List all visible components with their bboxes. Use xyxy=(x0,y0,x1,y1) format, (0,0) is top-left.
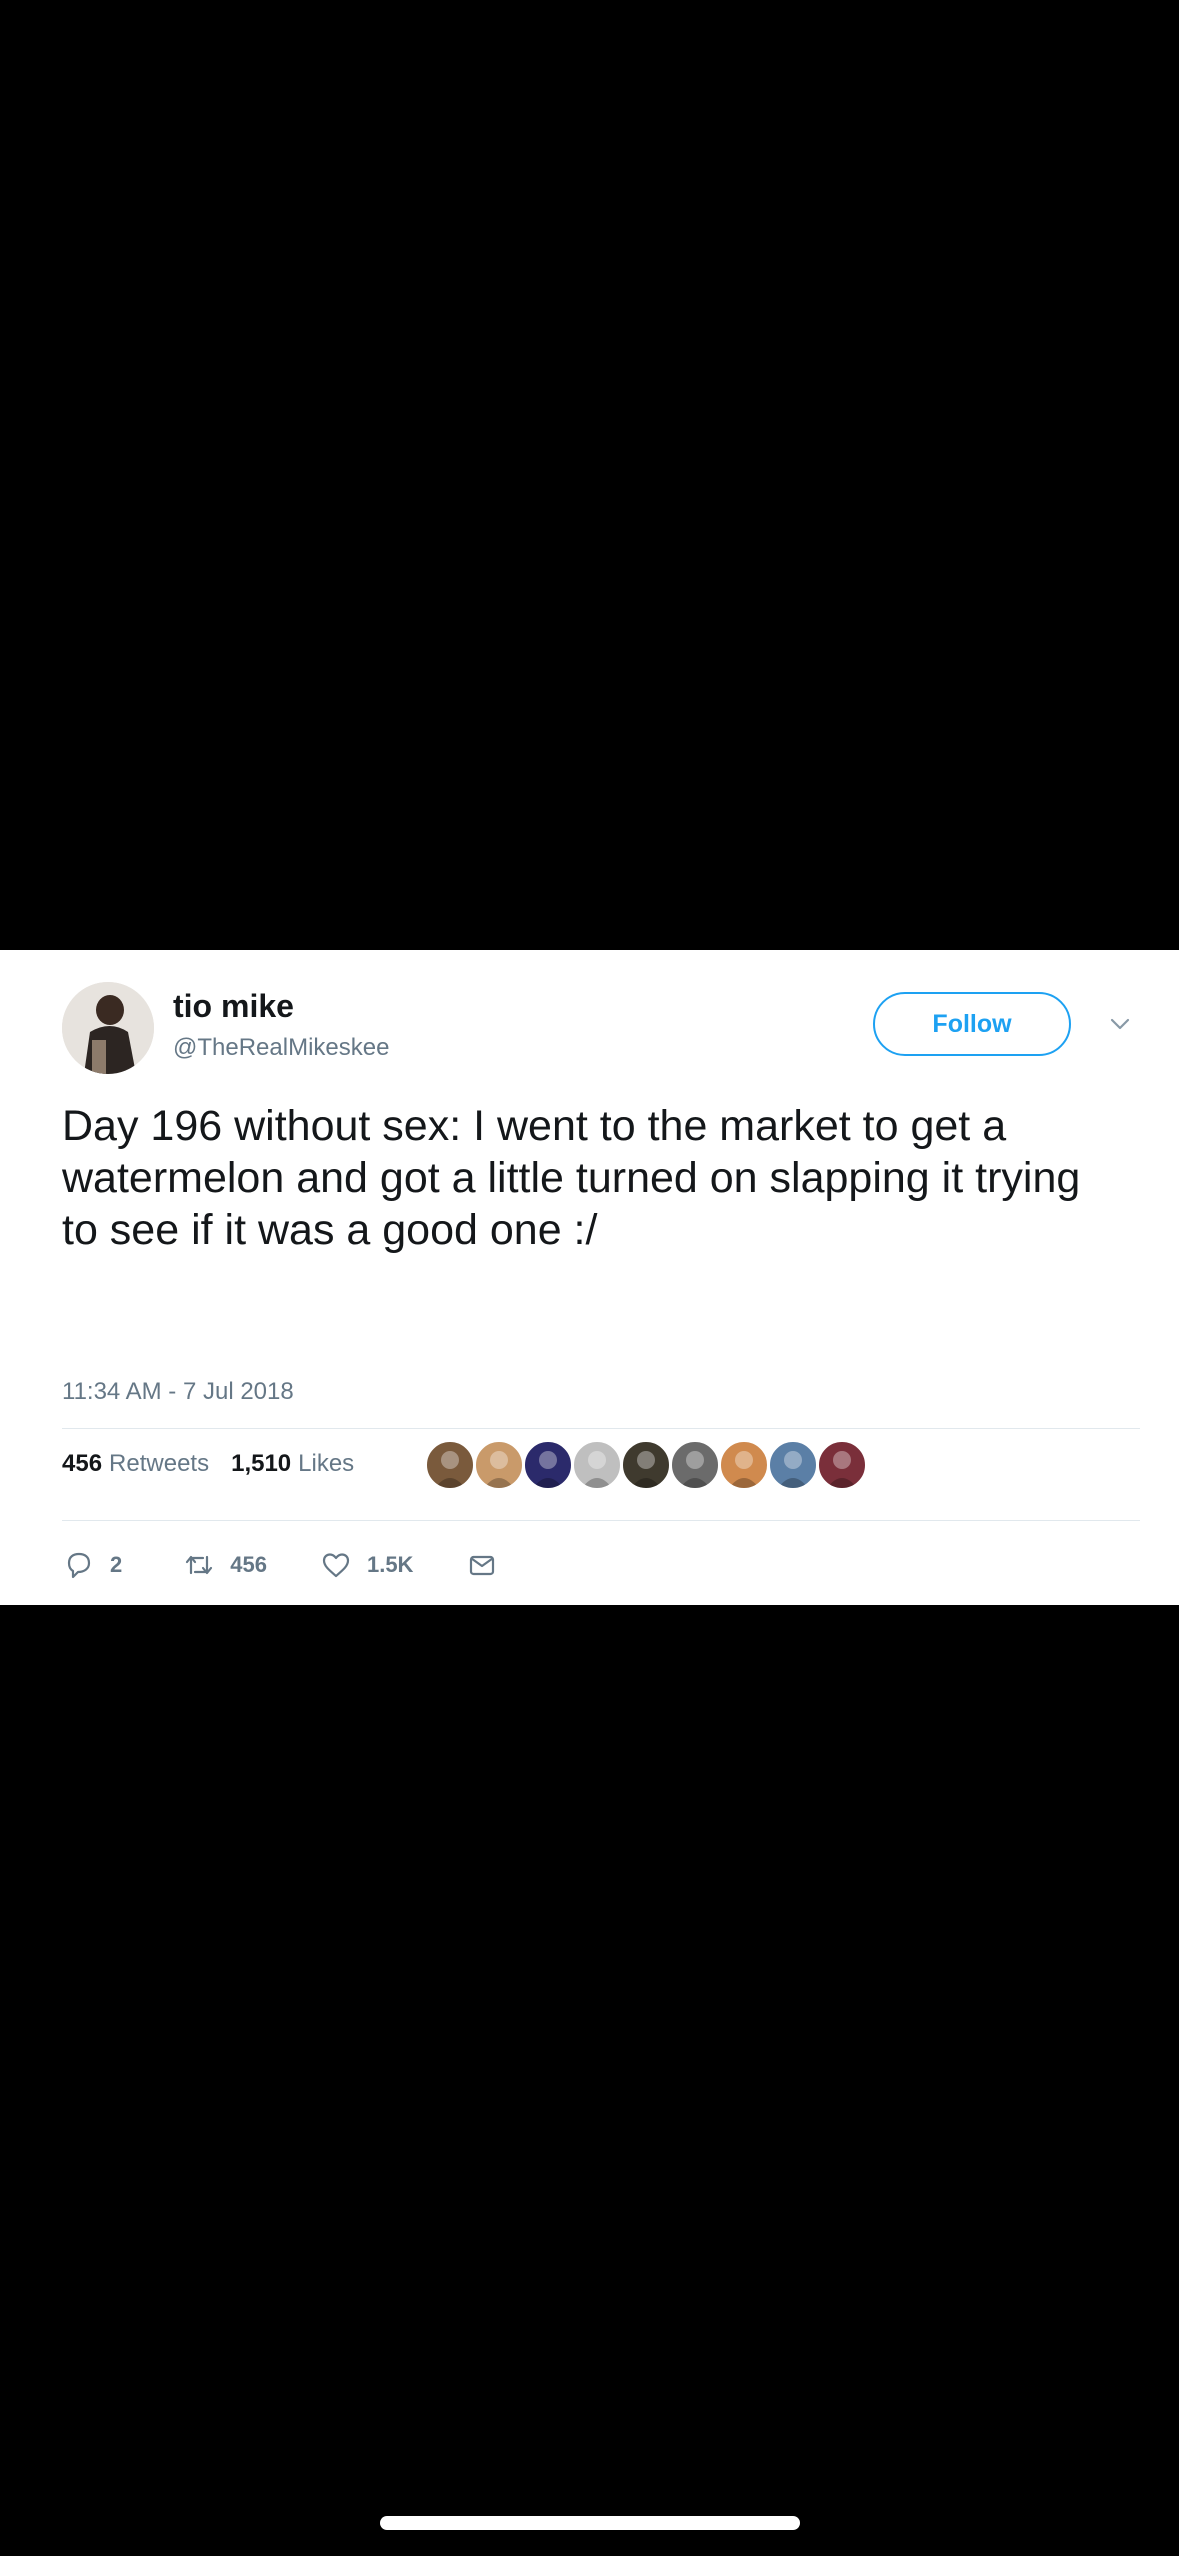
user-handle[interactable]: @TheRealMikeskee xyxy=(173,1034,389,1062)
liker-avatar[interactable] xyxy=(425,1440,475,1490)
envelope-icon xyxy=(470,1555,495,1576)
retweet-button[interactable]: 456 xyxy=(182,1548,267,1582)
likes-stat[interactable]: 1,510 Likes xyxy=(231,1450,354,1478)
like-count: 1.5K xyxy=(366,1552,414,1577)
likes-count: 1,510 xyxy=(231,1450,292,1477)
divider xyxy=(62,1428,1140,1429)
retweets-count: 456 xyxy=(62,1450,103,1477)
reply-icon xyxy=(67,1552,91,1579)
liker-avatar[interactable] xyxy=(719,1440,769,1490)
liker-avatar[interactable] xyxy=(621,1440,671,1490)
direct-message-button[interactable] xyxy=(465,1548,513,1582)
reply-button[interactable]: 2 xyxy=(62,1548,122,1582)
display-name[interactable]: tio mike xyxy=(173,988,294,1025)
liker-avatar[interactable] xyxy=(523,1440,573,1490)
avatar[interactable] xyxy=(62,982,154,1074)
like-button[interactable]: 1.5K xyxy=(319,1548,413,1582)
tweet-card: tio mike @TheRealMikeskee Follow Day 196… xyxy=(0,950,1179,1605)
retweets-stat[interactable]: 456 Retweets xyxy=(62,1450,209,1478)
liker-avatar[interactable] xyxy=(817,1440,867,1490)
divider xyxy=(62,1520,1140,1521)
engagement-stats: 456 Retweets 1,510 Likes xyxy=(62,1442,376,1486)
liker-avatar[interactable] xyxy=(572,1440,622,1490)
liker-avatar[interactable] xyxy=(670,1440,720,1490)
retweets-label: Retweets xyxy=(109,1450,210,1477)
tweet-timestamp[interactable]: 11:34 AM - 7 Jul 2018 xyxy=(62,1378,294,1406)
retweet-count: 456 xyxy=(230,1552,267,1577)
chevron-down-icon[interactable] xyxy=(1106,1010,1134,1038)
likes-label: Likes xyxy=(298,1450,355,1477)
reply-count: 2 xyxy=(110,1552,123,1577)
retweet-icon xyxy=(186,1555,213,1575)
heart-icon xyxy=(322,1553,350,1578)
avatar-photo xyxy=(62,982,154,1074)
follow-button-label: Follow xyxy=(932,1009,1012,1038)
liker-avatar[interactable] xyxy=(474,1440,524,1490)
liker-avatar[interactable] xyxy=(768,1440,818,1490)
tweet-actions: 2 456 1.5K xyxy=(62,1545,513,1585)
follow-button[interactable]: Follow xyxy=(873,992,1071,1056)
tweet-text: Day 196 without sex: I went to the marke… xyxy=(62,1102,1081,1254)
home-indicator[interactable] xyxy=(380,2516,800,2530)
